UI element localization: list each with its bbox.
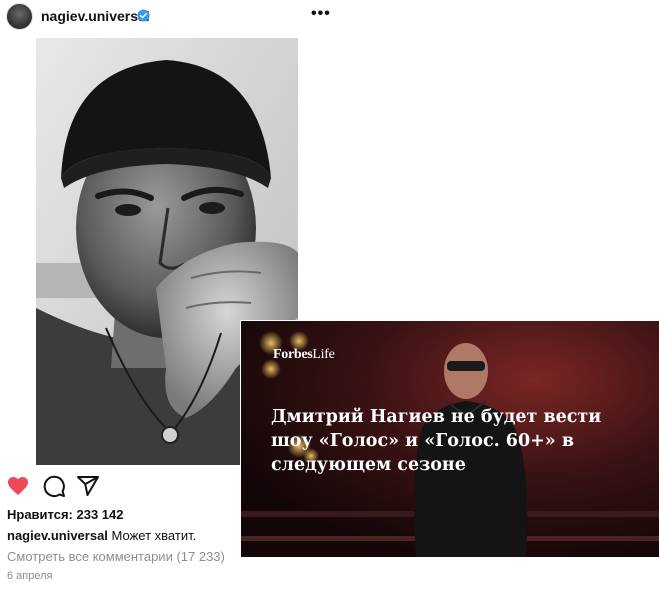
view-comments-link[interactable]: Смотреть все комментарии (17 233) <box>7 549 225 564</box>
caption-username[interactable]: nagiev.universal <box>7 528 108 543</box>
verified-badge-icon <box>137 9 150 22</box>
more-options-icon[interactable]: ••• <box>311 6 331 22</box>
post-header: nagiev.universal ••• <box>0 0 340 36</box>
headline-line: Дмитрий Нагиев не будет вести <box>271 407 602 427</box>
post-caption: nagiev.universal Может хватит. <box>7 528 196 543</box>
forbes-life-logo: ForbesLife <box>273 347 335 362</box>
username[interactable]: nagiev.universal <box>41 8 150 24</box>
share-icon[interactable] <box>76 474 100 498</box>
caption-text: Может хватит. <box>111 528 197 543</box>
likes-count[interactable]: Нравится: 233 142 <box>7 507 124 522</box>
avatar[interactable] <box>6 3 33 30</box>
forbes-news-card[interactable]: ForbesLife Дмитрий Нагиев не будет вести… <box>240 320 659 558</box>
post-actions <box>0 474 240 500</box>
headline-line: следующем сезоне <box>271 455 466 475</box>
comment-icon[interactable] <box>42 474 66 498</box>
post-date: 6 апреля <box>7 570 53 582</box>
card-headline: Дмитрий Нагиев не будет вести шоу «Голос… <box>271 405 611 477</box>
headline-line: шоу «Голос» и «Голос. 60+» в <box>271 431 574 451</box>
heart-icon[interactable] <box>6 474 30 498</box>
